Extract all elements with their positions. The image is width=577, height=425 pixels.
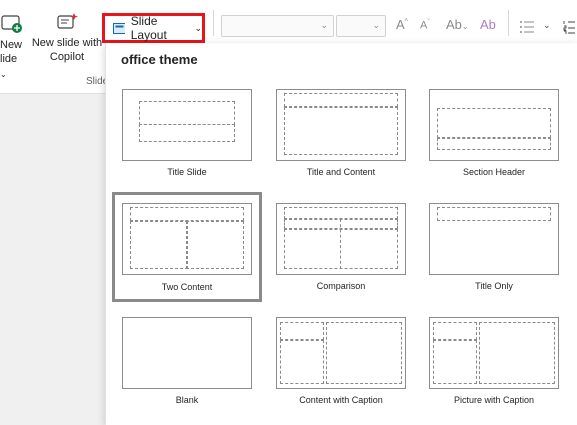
font-size-combobox[interactable]: ⌄ <box>336 15 386 37</box>
layout-label: Two Content <box>161 282 213 292</box>
layout-blank[interactable]: Blank <box>112 309 262 409</box>
numbering-icon[interactable] <box>563 20 575 34</box>
layout-icon <box>113 22 125 34</box>
layout-thumbnail <box>276 317 406 389</box>
layout-content-with-caption[interactable]: Content with Caption <box>266 309 416 409</box>
placeholder <box>186 221 244 269</box>
copilot-label-2: Copilot <box>49 51 85 63</box>
layout-thumbnail <box>276 89 406 161</box>
chevron-down-icon: ⌄ <box>0 70 7 79</box>
chevron-down-icon: ⌄ <box>194 22 202 33</box>
placeholder <box>284 107 398 155</box>
placeholder <box>284 229 398 269</box>
copilot-icon <box>57 13 78 29</box>
copilot-label-1: New slide with <box>31 37 103 49</box>
separator <box>213 10 214 36</box>
placeholder <box>139 124 235 142</box>
placeholder <box>130 207 244 221</box>
placeholder <box>437 138 551 150</box>
change-case-icon[interactable]: Ab⌄ <box>446 17 469 32</box>
separator <box>508 10 509 36</box>
new-slide-copilot-button[interactable]: New slide with Copilot <box>30 12 104 64</box>
new-slide-icon <box>1 15 22 33</box>
layout-label: Comparison <box>316 281 366 291</box>
slide-layout-label: Slide Layout <box>130 14 167 42</box>
layout-two-content[interactable]: Two Content <box>112 192 262 302</box>
layout-section-header[interactable]: Section Header <box>419 81 569 181</box>
layout-label: Title and Content <box>306 167 376 177</box>
layout-label: Title Only <box>475 281 513 291</box>
layout-thumbnail <box>429 317 559 389</box>
theme-title: office theme <box>121 52 198 67</box>
new-slide-label: New <box>0 39 23 51</box>
bullets-icon[interactable] <box>519 20 535 34</box>
layout-thumbnail <box>122 89 252 161</box>
decrease-font-icon[interactable]: Aˇ <box>420 19 430 32</box>
placeholder <box>437 207 551 221</box>
layout-thumbnail <box>429 203 559 275</box>
placeholder <box>433 340 477 384</box>
chevron-down-icon: ⌄ <box>320 20 328 30</box>
layout-thumbnail <box>276 203 406 275</box>
new-slide-button[interactable]: New lide ⌄ <box>0 14 26 82</box>
layout-title-and-content[interactable]: Title and Content <box>266 81 416 181</box>
layout-picture-with-caption[interactable]: Picture with Caption <box>419 309 569 409</box>
font-name-combobox[interactable]: ⌄ <box>221 15 334 37</box>
layout-label: Title Slide <box>167 167 207 177</box>
placeholder <box>284 219 398 229</box>
layout-thumbnail <box>122 317 252 389</box>
placeholder <box>139 101 235 125</box>
layout-thumbnail <box>429 89 559 161</box>
layout-gallery: office theme Title Slide Title and Conte… <box>105 43 577 425</box>
placeholder <box>326 322 402 384</box>
placeholder <box>280 340 324 384</box>
placeholder <box>433 322 477 340</box>
placeholder <box>479 322 555 384</box>
chevron-down-icon[interactable]: ⌄ <box>543 20 551 31</box>
placeholder <box>284 207 398 219</box>
new-slide-label-2: lide <box>0 53 18 65</box>
placeholder <box>284 93 398 107</box>
layout-label: Picture with Caption <box>453 395 535 405</box>
layout-label: Content with Caption <box>299 395 383 405</box>
layout-title-slide[interactable]: Title Slide <box>112 81 262 181</box>
layout-title-only[interactable]: Title Only <box>419 195 569 295</box>
clear-format-icon[interactable]: Ab <box>480 17 496 32</box>
slide-layout-button[interactable]: Slide Layout ⌄ <box>102 13 205 43</box>
layout-label: Section Header <box>462 167 526 177</box>
layout-comparison[interactable]: Comparison <box>266 195 416 295</box>
placeholder <box>437 108 551 138</box>
divider <box>340 219 341 269</box>
chevron-down-icon: ⌄ <box>372 20 380 30</box>
increase-font-icon[interactable]: A^ <box>396 17 408 32</box>
layout-label: Blank <box>175 395 199 405</box>
placeholder <box>280 322 324 340</box>
layout-thumbnail <box>122 203 252 275</box>
placeholder <box>130 221 188 269</box>
